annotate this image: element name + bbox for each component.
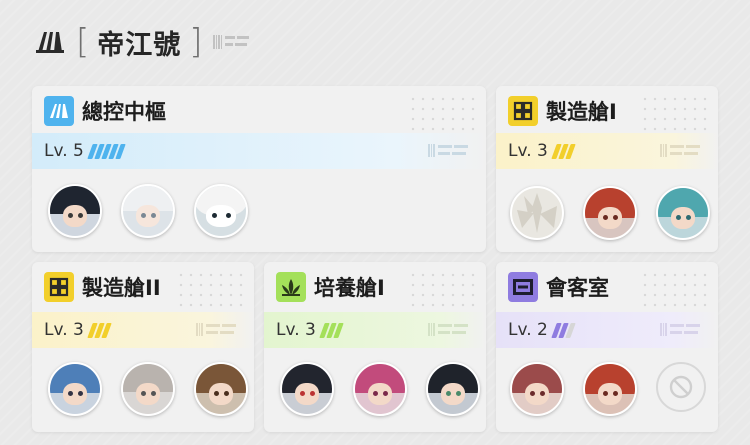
decorative-code-icon <box>196 323 236 336</box>
reception-room-icon <box>508 272 538 302</box>
room-header: 會客室 <box>508 272 609 302</box>
room-header: 製造艙II <box>44 272 161 302</box>
bracket-right: ] <box>189 22 203 62</box>
level-pips <box>551 322 576 338</box>
level-bar: Lv. 3 <box>496 133 718 169</box>
room-name: 總控中樞 <box>82 100 166 124</box>
room-header: 製造艙I <box>508 96 617 126</box>
operator-avatar[interactable] <box>583 186 637 240</box>
room-card-manufacturing-1[interactable]: 製造艙I Lv. 3 <box>496 86 718 252</box>
decorative-code-icon <box>428 144 468 157</box>
operator-avatar[interactable] <box>194 184 248 238</box>
empty-slot-icon[interactable] <box>656 362 706 412</box>
operator-avatar[interactable] <box>121 362 175 416</box>
level-label: Lv. 3 <box>44 320 84 340</box>
operator-slots <box>48 362 254 416</box>
base-header: [ 帝江號 ] <box>34 22 253 62</box>
operator-avatar[interactable] <box>121 184 175 238</box>
level-bar: Lv. 5 <box>32 133 486 169</box>
decorative-code-icon <box>428 323 468 336</box>
operator-avatar[interactable] <box>194 362 248 416</box>
operator-slots <box>510 362 706 416</box>
room-card-growth-1[interactable]: 培養艙I Lv. 3 <box>264 262 486 432</box>
operator-slots <box>280 362 486 416</box>
bracket-left: [ <box>76 22 90 62</box>
decorative-code-icon <box>212 35 249 49</box>
room-card-manufacturing-2[interactable]: 製造艙II Lv. 3 <box>32 262 254 432</box>
control-hub-icon <box>44 96 74 126</box>
room-header: 培養艙I <box>276 272 385 302</box>
operator-avatar[interactable] <box>510 362 564 416</box>
endfield-logo-icon <box>36 32 64 53</box>
operator-avatar[interactable] <box>656 186 710 240</box>
operator-avatar[interactable] <box>48 184 102 238</box>
room-card-reception[interactable]: 會客室 Lv. 2 <box>496 262 718 432</box>
manufacturing-icon <box>44 272 74 302</box>
page-title: 帝江號 <box>97 29 182 61</box>
room-header: 總控中樞 <box>44 96 166 126</box>
level-pips <box>319 322 344 338</box>
level-pips <box>551 143 576 159</box>
manufacturing-icon <box>508 96 538 126</box>
room-card-control-hub[interactable]: 總控中樞 Lv. 5 <box>32 86 486 252</box>
operator-avatar[interactable] <box>426 362 480 416</box>
operator-avatar[interactable] <box>510 186 564 240</box>
operator-avatar[interactable] <box>48 362 102 416</box>
level-bar: Lv. 3 <box>32 312 254 348</box>
operator-avatar[interactable] <box>280 362 334 416</box>
level-label: Lv. 2 <box>508 320 548 340</box>
operator-avatar[interactable] <box>583 362 637 416</box>
room-name: 培養艙I <box>314 276 385 300</box>
decorative-code-icon <box>660 144 700 157</box>
level-label: Lv. 3 <box>508 141 548 161</box>
operator-slots <box>510 186 718 240</box>
operator-slots <box>48 184 267 238</box>
level-pips <box>87 322 112 338</box>
room-name: 會客室 <box>546 276 609 300</box>
room-name: 製造艙II <box>82 276 161 300</box>
decorative-code-icon <box>660 323 700 336</box>
level-bar: Lv. 3 <box>264 312 486 348</box>
level-label: Lv. 5 <box>44 141 84 161</box>
level-label: Lv. 3 <box>276 320 316 340</box>
level-pips <box>87 143 126 159</box>
room-name: 製造艙I <box>546 100 617 124</box>
growth-plant-icon <box>276 272 306 302</box>
level-bar: Lv. 2 <box>496 312 718 348</box>
operator-avatar[interactable] <box>353 362 407 416</box>
